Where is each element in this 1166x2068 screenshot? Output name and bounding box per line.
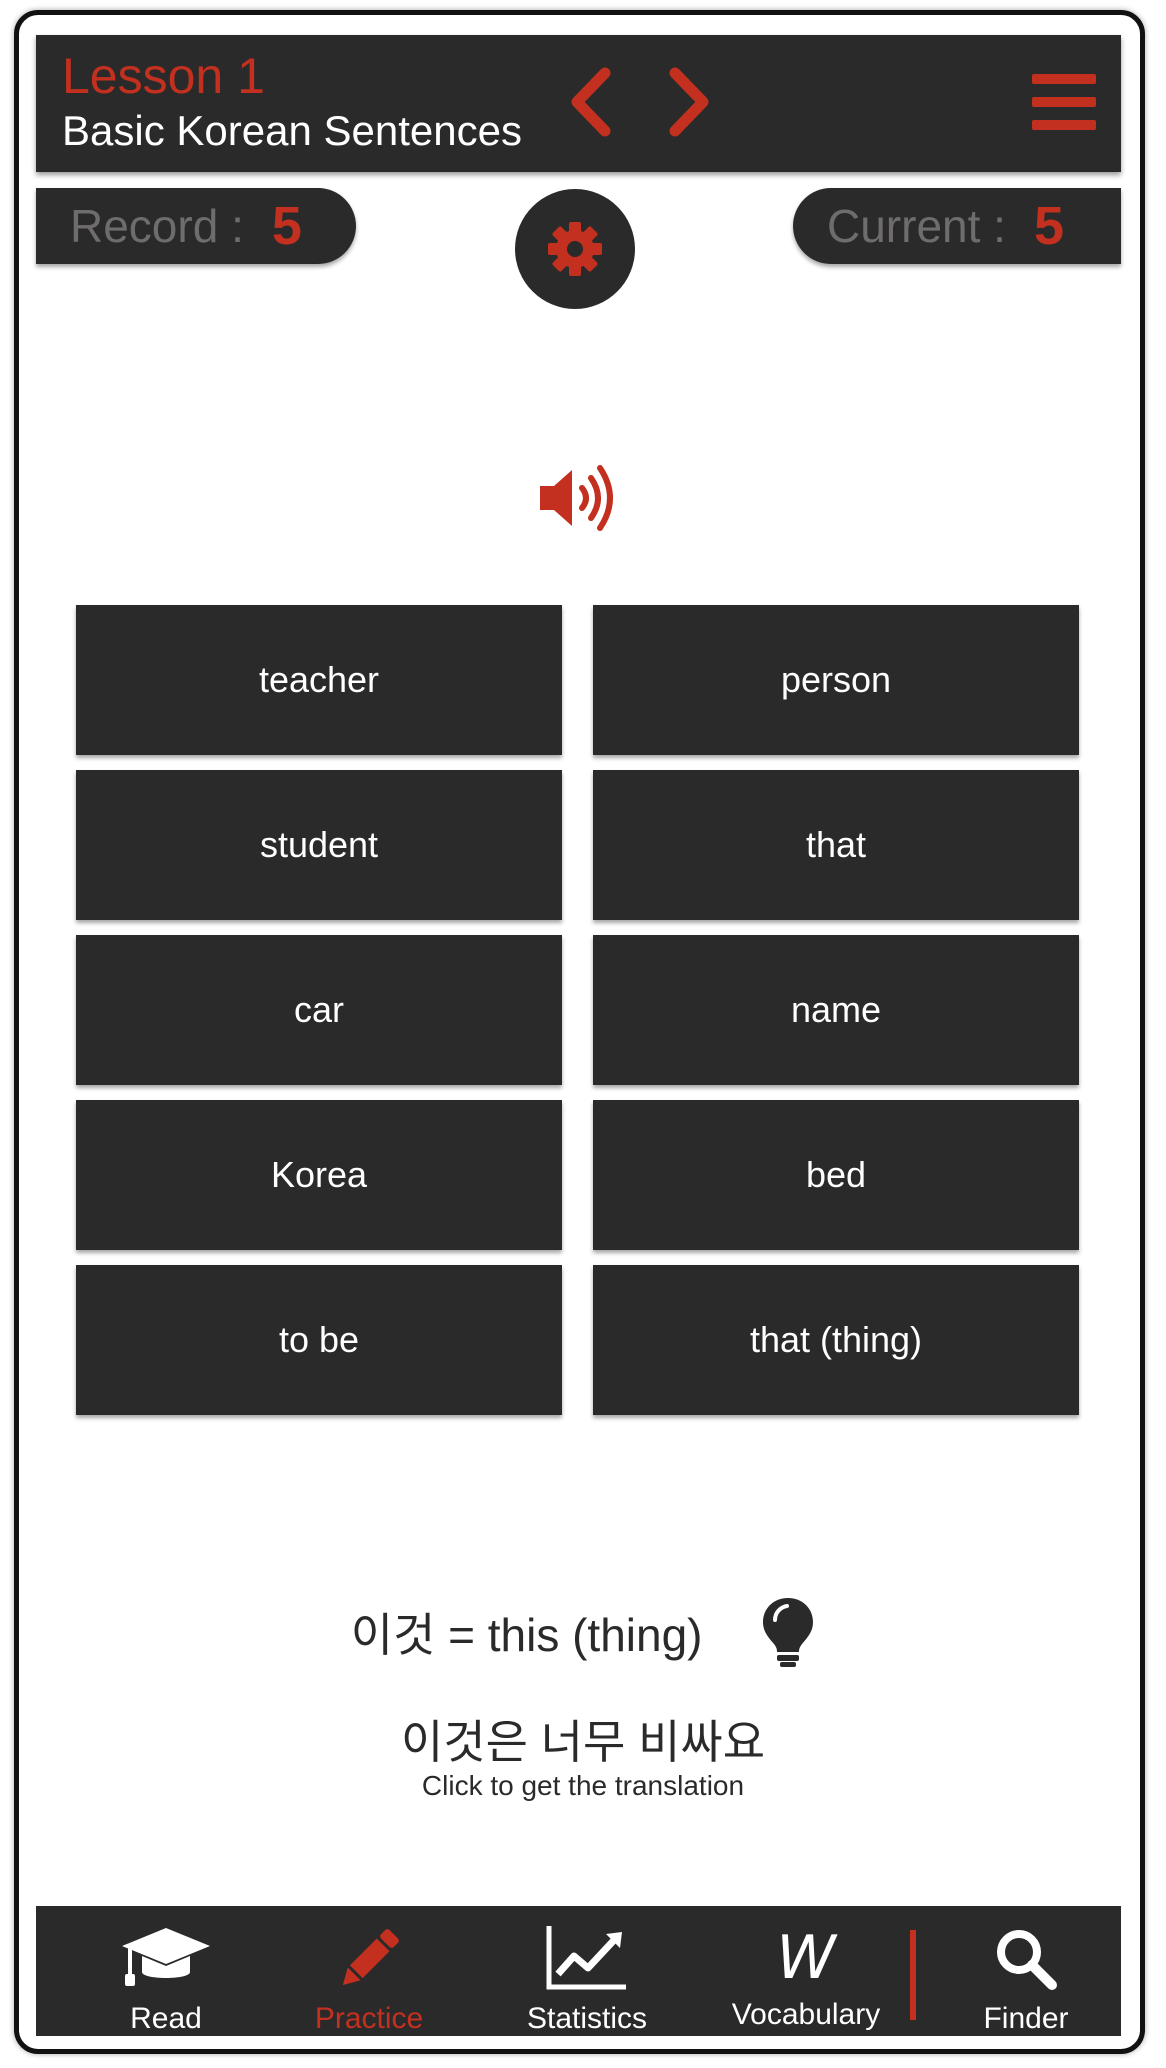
chevron-right-icon — [669, 67, 709, 137]
settings-button[interactable] — [515, 189, 635, 309]
nav-read-label: Read — [130, 2002, 202, 2035]
word-choice[interactable]: name — [593, 935, 1079, 1085]
current-score: Current : 5 — [793, 188, 1121, 264]
gear-icon — [548, 222, 602, 276]
nav-vocabulary[interactable]: W Vocabulary — [716, 1906, 896, 2036]
chart-icon — [546, 1926, 626, 1990]
hint-row: 이것 = this (thing) — [0, 1596, 1166, 1668]
speaker-icon — [540, 465, 613, 531]
word-choices: teacher person student that car name Kor… — [76, 605, 1082, 1415]
nav-practice-label: Practice — [314, 2002, 424, 2035]
record-score: Record : 5 — [36, 188, 356, 264]
menu-button[interactable] — [1016, 57, 1112, 147]
search-icon — [997, 1930, 1057, 1990]
nav-separator — [910, 1930, 916, 2020]
pencil-icon — [342, 1929, 399, 1986]
lesson-number: Lesson 1 — [62, 48, 265, 104]
nav-finder-label: Finder — [983, 2002, 1069, 2035]
nav-read[interactable]: Read — [86, 1906, 246, 2036]
bottom-navigation: Read Practice Statistics W Vocabulary Fi… — [36, 1906, 1121, 2036]
nav-practice[interactable]: Practice — [284, 1906, 454, 2036]
word-choice[interactable]: that (thing) — [593, 1265, 1079, 1415]
hamburger-menu-icon — [1032, 74, 1096, 130]
record-value: 5 — [271, 196, 302, 256]
translation-prompt[interactable]: Click to get the translation — [0, 1770, 1166, 1802]
word-choice[interactable]: person — [593, 605, 1079, 755]
current-label: Current : — [827, 200, 1006, 252]
next-button[interactable] — [649, 57, 729, 147]
word-choice[interactable]: student — [76, 770, 562, 920]
previous-button[interactable] — [551, 57, 631, 147]
word-choice[interactable]: to be — [76, 1265, 562, 1415]
graduation-cap-icon — [122, 1928, 210, 1986]
w-letter-icon: W — [776, 1923, 836, 1993]
record-label: Record : — [70, 200, 244, 252]
current-value: 5 — [1033, 196, 1064, 256]
nav-statistics-label: Statistics — [526, 2002, 648, 2035]
lightbulb-icon — [763, 1598, 814, 1667]
word-choice[interactable]: car — [76, 935, 562, 1085]
nav-statistics[interactable]: Statistics — [502, 1906, 672, 2036]
word-choice[interactable]: Korea — [76, 1100, 562, 1250]
hint-text: 이것 = this (thing) — [350, 1609, 703, 1661]
korean-sentence[interactable]: 이것은 너무 비싸요 — [0, 1706, 1166, 1772]
word-choice[interactable]: that — [593, 770, 1079, 920]
word-choice[interactable]: teacher — [76, 605, 562, 755]
lesson-title: Basic Korean Sentences — [62, 107, 522, 154]
nav-vocabulary-label: Vocabulary — [731, 1998, 881, 2031]
word-choice[interactable]: bed — [593, 1100, 1079, 1250]
play-audio-button[interactable] — [538, 462, 620, 534]
nav-finder[interactable]: Finder — [946, 1906, 1106, 2036]
chevron-left-icon — [571, 67, 611, 137]
lesson-header: Lesson 1 Basic Korean Sentences — [36, 35, 1121, 172]
hint-button[interactable] — [761, 1596, 815, 1668]
